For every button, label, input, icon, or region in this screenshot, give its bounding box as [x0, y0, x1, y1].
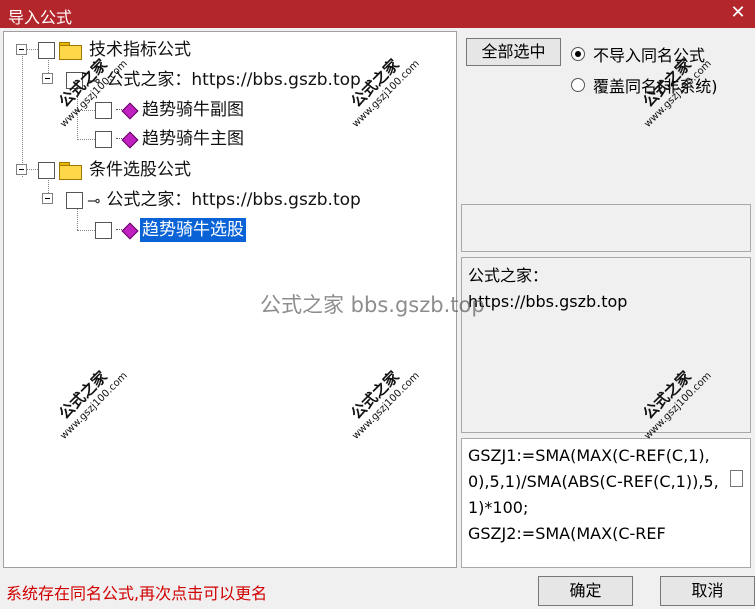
tree-item-selected[interactable]: 趋势骑牛选股 [95, 218, 246, 242]
radio-button[interactable] [571, 47, 585, 61]
folder-icon [59, 42, 82, 60]
window-title: 导入公式 [8, 8, 73, 27]
formula-tree: 技术指标公式 ⊸ 公式之家：https://bbs.gszb.top 趋势骑牛副… [3, 31, 457, 568]
tree-label: 公式之家：https://bbs.gszb.top [106, 190, 361, 210]
collapse-toggle[interactable] [16, 44, 27, 55]
checkbox[interactable] [95, 221, 112, 239]
tree-label: 技术指标公式 [89, 40, 191, 60]
tree-label: 公式之家：https://bbs.gszb.top [106, 70, 361, 90]
status-message: 系统存在同名公式,再次点击可以更名 [6, 584, 268, 603]
tree-group-screening[interactable]: 条件选股公式 [38, 158, 193, 182]
ok-button[interactable]: 确定 [538, 576, 633, 606]
radio-label: 覆盖同名(非系统) [593, 77, 718, 96]
checkbox[interactable] [95, 130, 112, 148]
checkbox[interactable] [38, 161, 55, 179]
info-line: 公式之家： [468, 266, 549, 285]
tree-line [77, 230, 97, 231]
tree-source-node[interactable]: ⊸ 公式之家：https://bbs.gszb.top [66, 68, 363, 92]
title-bar: 导入公式 ✕ [0, 0, 755, 28]
close-icon[interactable]: ✕ [727, 2, 749, 24]
tree-line [77, 88, 78, 140]
info-line: https://bbs.gszb.top [468, 292, 628, 311]
checkbox[interactable] [95, 101, 112, 119]
formula-gem-icon [116, 131, 136, 147]
select-all-button[interactable]: 全部选中 [466, 38, 561, 66]
empty-panel [461, 204, 751, 252]
tree-label: 趋势骑牛主图 [142, 129, 244, 149]
key-icon: ⊸ [87, 190, 101, 210]
radio-overwrite[interactable]: 覆盖同名(非系统) [571, 73, 718, 97]
scrollbar-thumb[interactable] [730, 470, 743, 487]
key-icon: ⊸ [87, 70, 101, 90]
tree-item[interactable]: 趋势骑牛副图 [95, 98, 246, 122]
info-panel: 公式之家： https://bbs.gszb.top [461, 257, 751, 433]
tree-group-indicators[interactable]: 技术指标公式 [38, 38, 193, 62]
radio-skip-duplicates[interactable]: 不导入同名公式 [571, 42, 705, 66]
tree-line [77, 139, 97, 140]
formula-gem-icon [116, 102, 136, 118]
checkbox[interactable] [66, 191, 83, 209]
tree-label: 趋势骑牛选股 [140, 218, 246, 242]
collapse-toggle[interactable] [42, 73, 53, 84]
tree-line [77, 110, 97, 111]
collapse-toggle[interactable] [16, 164, 27, 175]
cancel-button[interactable]: 取消 [660, 576, 755, 606]
radio-label: 不导入同名公式 [593, 46, 706, 65]
checkbox[interactable] [38, 41, 55, 59]
radio-button[interactable] [571, 78, 585, 92]
formula-gem-icon [116, 222, 136, 238]
tree-item[interactable]: 趋势骑牛主图 [95, 127, 246, 151]
formula-code: GSZJ1:=SMA(MAX(C-REF(C,1),0),5,1)/SMA(AB… [468, 446, 719, 543]
tree-source-node[interactable]: ⊸ 公式之家：https://bbs.gszb.top [66, 188, 363, 212]
tree-label: 趋势骑牛副图 [142, 100, 244, 120]
collapse-toggle[interactable] [42, 193, 53, 204]
tree-line [22, 54, 23, 177]
checkbox[interactable] [66, 71, 83, 89]
folder-icon [59, 162, 82, 180]
tree-label: 条件选股公式 [89, 160, 191, 180]
formula-code-panel[interactable]: GSZJ1:=SMA(MAX(C-REF(C,1),0),5,1)/SMA(AB… [461, 438, 751, 568]
